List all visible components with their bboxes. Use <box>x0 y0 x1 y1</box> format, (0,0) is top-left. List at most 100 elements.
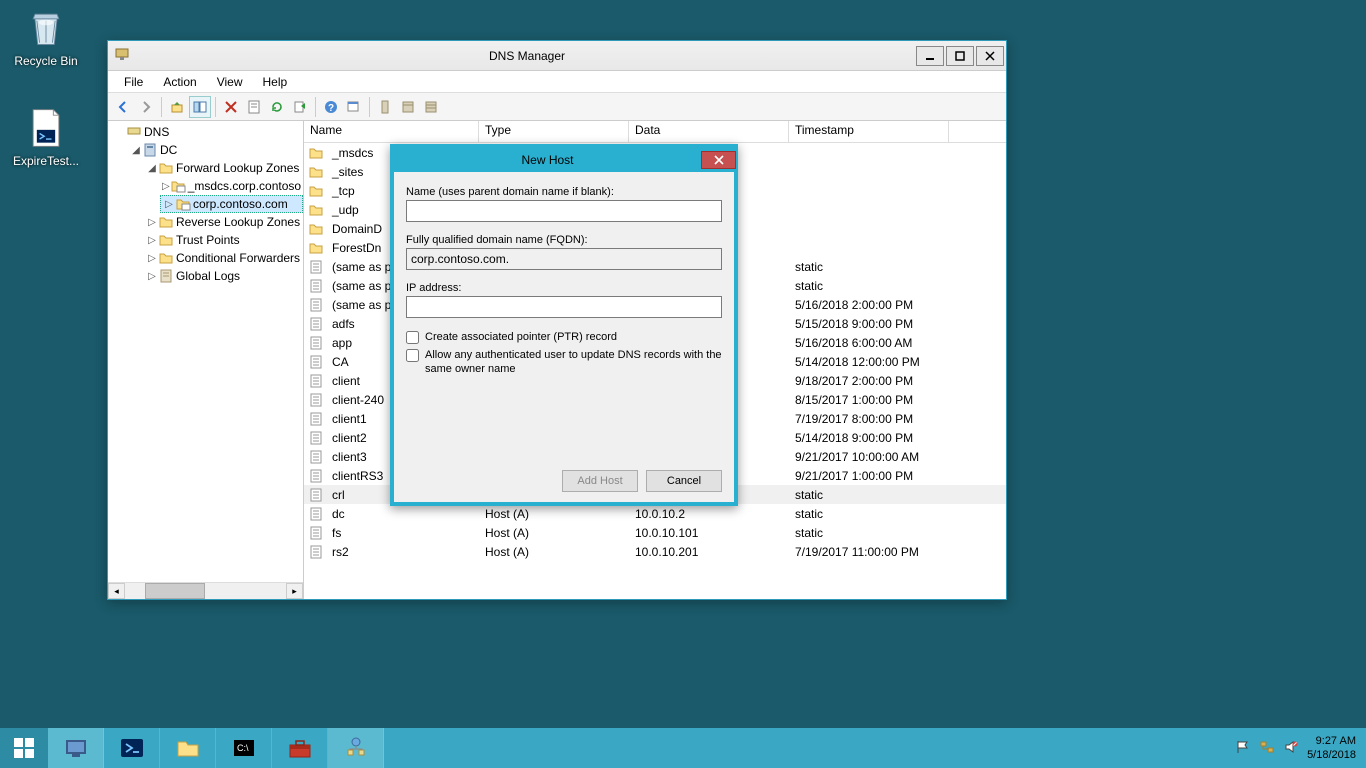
tree-flz[interactable]: ◢Forward Lookup Zones <box>144 159 303 177</box>
dialog-titlebar[interactable]: New Host <box>394 148 734 172</box>
filter-1-button[interactable] <box>374 96 396 118</box>
ip-input[interactable] <box>406 296 722 318</box>
recycle-bin[interactable]: Recycle Bin <box>8 4 84 68</box>
refresh-button[interactable] <box>266 96 288 118</box>
scroll-left-arrow[interactable]: ◂ <box>108 583 125 599</box>
show-hide-button[interactable] <box>189 96 211 118</box>
tree-gl[interactable]: ▷Global Logs <box>144 267 303 285</box>
window-title: DNS Manager <box>138 49 916 63</box>
cell-timestamp: 5/14/2018 9:00:00 PM <box>789 431 949 445</box>
dns-icon <box>126 124 142 140</box>
new-window-button[interactable] <box>343 96 365 118</box>
cell-timestamp: static <box>789 488 949 502</box>
clock-date: 5/18/2018 <box>1307 748 1356 762</box>
forward-button[interactable] <box>135 96 157 118</box>
tree-rlz[interactable]: ▷Reverse Lookup Zones <box>144 213 303 231</box>
cell-timestamp: static <box>789 507 949 521</box>
ip-label: IP address: <box>406 282 722 294</box>
tree-corp-contoso[interactable]: ▷corp.contoso.com <box>160 195 303 213</box>
toolbar: ? <box>108 93 1006 121</box>
delete-button[interactable] <box>220 96 242 118</box>
tree-panel[interactable]: DNS ◢DC ◢Forward Lookup Zones ▷_msdcs.co… <box>108 121 304 599</box>
help-button[interactable]: ? <box>320 96 342 118</box>
cell-data: 10.0.10.201 <box>629 545 789 559</box>
filter-2-button[interactable] <box>397 96 419 118</box>
allow-checkbox[interactable] <box>406 349 419 362</box>
name-input[interactable] <box>406 200 722 222</box>
cell-timestamp: static <box>789 279 949 293</box>
recycle-bin-label: Recycle Bin <box>8 54 84 68</box>
fqdn-input <box>406 248 722 270</box>
col-name[interactable]: Name <box>304 121 479 142</box>
record-icon <box>308 278 324 294</box>
task-powershell[interactable] <box>104 728 160 768</box>
cell-timestamp: 9/21/2017 10:00:00 AM <box>789 450 949 464</box>
tree-hscrollbar[interactable]: ◂ ▸ <box>108 582 303 599</box>
ptr-checkbox[interactable] <box>406 331 419 344</box>
recycle-bin-icon <box>22 4 70 52</box>
task-server-manager[interactable] <box>48 728 104 768</box>
export-button[interactable] <box>289 96 311 118</box>
close-button[interactable] <box>976 46 1004 66</box>
cell-timestamp: 7/19/2017 8:00:00 PM <box>789 412 949 426</box>
task-toolbox[interactable] <box>272 728 328 768</box>
cell-name: dc <box>326 507 479 521</box>
list-row[interactable]: dcHost (A)10.0.10.2static <box>304 504 1006 523</box>
col-timestamp[interactable]: Timestamp <box>789 121 949 142</box>
scroll-right-arrow[interactable]: ▸ <box>286 583 303 599</box>
cell-timestamp: 9/18/2017 2:00:00 PM <box>789 374 949 388</box>
record-icon <box>308 544 324 560</box>
tree-msdcs[interactable]: ▷_msdcs.corp.contoso <box>160 177 303 195</box>
col-type[interactable]: Type <box>479 121 629 142</box>
list-row[interactable]: rs2Host (A)10.0.10.2017/19/2017 11:00:00… <box>304 542 1006 561</box>
taskbar: C:\ 9:27 AM 5/18/2018 <box>0 728 1366 768</box>
dns-app-icon <box>114 46 134 66</box>
volume-icon[interactable] <box>1283 739 1299 758</box>
cancel-button[interactable]: Cancel <box>646 470 722 492</box>
tree-tp[interactable]: ▷Trust Points <box>144 231 303 249</box>
minimize-button[interactable] <box>916 46 944 66</box>
menu-help[interactable]: Help <box>253 73 298 91</box>
new-host-dialog: New Host Name (uses parent domain name i… <box>390 144 738 506</box>
add-host-button[interactable]: Add Host <box>562 470 638 492</box>
expiretest-script[interactable]: ExpireTest... <box>8 104 84 168</box>
start-button[interactable] <box>0 728 48 768</box>
network-icon[interactable] <box>1259 739 1275 758</box>
tree-dc[interactable]: ◢DC <box>128 141 303 159</box>
task-cmd[interactable]: C:\ <box>216 728 272 768</box>
record-icon <box>308 354 324 370</box>
task-dns-manager[interactable] <box>328 728 384 768</box>
powershell-file-icon <box>22 104 70 152</box>
task-explorer[interactable] <box>160 728 216 768</box>
back-button[interactable] <box>112 96 134 118</box>
ptr-label: Create associated pointer (PTR) record <box>425 330 722 344</box>
record-icon <box>308 259 324 275</box>
up-button[interactable] <box>166 96 188 118</box>
expiretest-label: ExpireTest... <box>8 154 84 168</box>
dialog-close-button[interactable] <box>701 151 736 169</box>
record-icon <box>308 297 324 313</box>
titlebar[interactable]: DNS Manager <box>108 41 1006 71</box>
list-row[interactable]: fsHost (A)10.0.10.101static <box>304 523 1006 542</box>
fqdn-label: Fully qualified domain name (FQDN): <box>406 234 722 246</box>
menu-view[interactable]: View <box>207 73 253 91</box>
cell-timestamp: static <box>789 260 949 274</box>
scroll-thumb[interactable] <box>145 583 205 599</box>
maximize-button[interactable] <box>946 46 974 66</box>
tree-cf[interactable]: ▷Conditional Forwarders <box>144 249 303 267</box>
flag-icon[interactable] <box>1235 739 1251 758</box>
cell-timestamp: 5/15/2018 9:00:00 PM <box>789 317 949 331</box>
filter-3-button[interactable] <box>420 96 442 118</box>
properties-button[interactable] <box>243 96 265 118</box>
col-data[interactable]: Data <box>629 121 789 142</box>
folder-icon <box>308 202 324 218</box>
record-icon <box>308 373 324 389</box>
menu-action[interactable]: Action <box>153 73 206 91</box>
menu-file[interactable]: File <box>114 73 153 91</box>
tree-dns-root[interactable]: DNS <box>112 123 303 141</box>
system-tray[interactable]: 9:27 AM 5/18/2018 <box>1225 728 1366 768</box>
clock[interactable]: 9:27 AM 5/18/2018 <box>1307 734 1356 762</box>
svg-text:?: ? <box>328 103 334 114</box>
server-icon <box>142 142 158 158</box>
record-icon <box>308 316 324 332</box>
